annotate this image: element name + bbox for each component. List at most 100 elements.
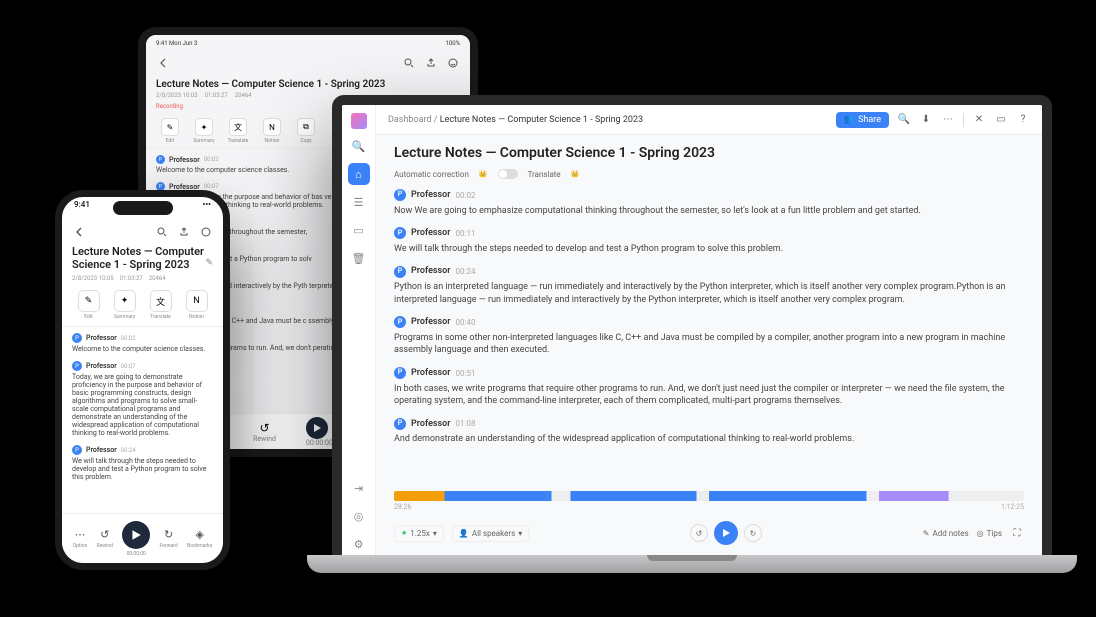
search-icon[interactable]: [155, 225, 169, 239]
skip-forward-icon[interactable]: ↻: [744, 524, 762, 542]
phone-title: Lecture Notes — Computer Science 1 - Spr…: [62, 243, 223, 273]
timestamp[interactable]: 00:02: [204, 156, 219, 163]
skip-back-icon[interactable]: ↺: [690, 524, 708, 542]
search-icon[interactable]: 🔍: [897, 113, 911, 127]
add-notes-button[interactable]: ✎Add notes: [923, 529, 969, 538]
tablet-topbar: [146, 51, 470, 75]
notion-action[interactable]: NNotion: [258, 118, 286, 144]
speed-selector[interactable]: ★1.25x▾: [394, 525, 444, 542]
waveform[interactable]: 28:261:12:25: [394, 491, 1024, 513]
edit-icon: ✎: [161, 118, 179, 136]
help-icon[interactable]: ?: [1016, 113, 1030, 127]
transcript-entry: PProfessor00:24Python is an interpreted …: [394, 265, 1024, 306]
status-battery: 100%: [445, 40, 460, 47]
search-icon[interactable]: [402, 56, 416, 70]
status-time: 9:41 Mon Jun 3: [156, 40, 197, 47]
speaker-avatar: P: [156, 155, 165, 164]
app-logo[interactable]: [351, 113, 367, 129]
rewind-icon[interactable]: ↺: [253, 421, 276, 435]
transcript-text: Welcome to the computer science classes.: [72, 345, 213, 353]
notion-icon: N: [263, 118, 281, 136]
play-button[interactable]: [714, 521, 738, 545]
translate-action[interactable]: 文Translate: [224, 118, 252, 144]
transcript-text: We will talk through the steps needed to…: [72, 457, 213, 481]
download-icon[interactable]: ⬇: [919, 113, 933, 127]
meta-words: 20464: [235, 92, 252, 99]
transcript-text: Python is an interpreted language — run …: [394, 281, 1024, 306]
sidebar-help-icon[interactable]: ◎: [348, 505, 370, 527]
speaker-avatar: P: [394, 367, 406, 379]
sidebar-home-icon[interactable]: ⌂: [348, 163, 370, 185]
transcript-entry: PProfessor00:02Now We are going to empha…: [394, 189, 1024, 217]
speaker-avatar: P: [394, 418, 406, 430]
timestamp[interactable]: 00:02: [121, 335, 136, 342]
back-icon[interactable]: [72, 225, 86, 239]
forward-button[interactable]: ↻Forward: [160, 528, 178, 549]
speaker-name: Professor: [411, 367, 451, 380]
timestamp[interactable]: 00:24: [121, 447, 136, 454]
transcript-entry: PProfessor00:07Today, we are going to de…: [72, 361, 213, 437]
summary-action[interactable]: ✦Summary: [108, 290, 141, 320]
note-icon[interactable]: ▭: [994, 113, 1008, 127]
sidebar-settings-icon[interactable]: ⚙: [348, 533, 370, 555]
speaker-avatar: P: [394, 189, 406, 201]
phone-notch: [113, 201, 173, 215]
breadcrumb-root[interactable]: Dashboard: [388, 115, 432, 125]
phone-device: 9:41 ••• Lecture Notes — Computer Scienc…: [55, 190, 230, 570]
tips-button[interactable]: ◎Tips: [977, 529, 1002, 538]
speaker-avatar: P: [394, 316, 406, 328]
transcript-entry: PProfessor01:08And demonstrate an unders…: [394, 418, 1024, 446]
edit-action[interactable]: ✎Edit: [156, 118, 184, 144]
sidebar-files-icon[interactable]: ☰: [348, 191, 370, 213]
sidebar-folder-icon[interactable]: ▭: [348, 219, 370, 241]
speaker-name: Professor: [169, 156, 200, 164]
sidebar-search-icon[interactable]: 🔍: [348, 135, 370, 157]
share-button[interactable]: 👥Share: [836, 112, 889, 128]
share-icon[interactable]: [177, 225, 191, 239]
more-icon[interactable]: ⋯: [941, 113, 955, 127]
sidebar-trash-icon[interactable]: 🗑: [348, 247, 370, 269]
smile-icon[interactable]: [446, 56, 460, 70]
timestamp[interactable]: 00:02: [456, 190, 476, 201]
speaker-name: Professor: [411, 189, 451, 202]
timestamp[interactable]: 00:11: [456, 228, 476, 239]
share-icon[interactable]: [424, 56, 438, 70]
meta-duration: 01:03:27: [205, 92, 228, 99]
waveform-bar[interactable]: [394, 491, 1024, 501]
speakers-selector[interactable]: 👤All speakers▾: [452, 525, 529, 542]
bookmarks-button[interactable]: ◈Bookmarks: [187, 528, 212, 549]
sidebar-export-icon[interactable]: ⇥: [348, 477, 370, 499]
translate-icon: 文: [150, 290, 172, 312]
status-time: 9:41: [74, 200, 90, 221]
option-button[interactable]: ⋯Option: [73, 528, 88, 549]
speaker-name: Professor: [86, 446, 117, 454]
transcript-options: Automatic correction 👑 Translate 👑: [394, 169, 1024, 179]
edit-icon[interactable]: ✎: [205, 258, 213, 269]
edit-action[interactable]: ✎Edit: [72, 290, 105, 320]
back-icon[interactable]: [156, 56, 170, 70]
expand-icon[interactable]: ⛶: [1010, 526, 1024, 540]
transcript-entry: PProfessor00:51In both cases, we write p…: [394, 367, 1024, 408]
speaker-name: Professor: [411, 316, 451, 329]
tool-icon[interactable]: ✕: [972, 113, 986, 127]
transcript-entry: P Professor 00:24 We will talk through the …: [72, 445, 213, 481]
phone-actions: ✎Edit ✦Summary 文Translate NNotion: [62, 284, 223, 327]
timestamp[interactable]: 00:24: [456, 266, 476, 277]
summary-action[interactable]: ✦Summary: [190, 118, 218, 144]
timestamp[interactable]: 00:07: [204, 183, 219, 190]
play-button[interactable]: [122, 521, 150, 549]
phone-meta: 2/8/2023 10:05 01:03:27 20464: [62, 273, 223, 284]
auto-correction-toggle[interactable]: [498, 169, 518, 179]
smile-icon[interactable]: [199, 225, 213, 239]
timestamp[interactable]: 01:08: [456, 418, 476, 429]
rewind-button[interactable]: ↺Rewind: [97, 528, 113, 549]
timestamp[interactable]: 00:51: [456, 368, 476, 379]
transcript-text: And demonstrate an understanding of the …: [394, 433, 1024, 446]
timestamp[interactable]: 00:07: [121, 363, 136, 370]
sidebar: 🔍 ⌂ ☰ ▭ 🗑 ⇥ ◎ ⚙: [342, 105, 376, 555]
speaker-avatar: P: [72, 445, 82, 455]
notion-action[interactable]: NNotion: [180, 290, 213, 320]
timestamp[interactable]: 00:40: [456, 317, 476, 328]
translate-action[interactable]: 文Translate: [144, 290, 177, 320]
summary-icon: ✦: [114, 290, 136, 312]
